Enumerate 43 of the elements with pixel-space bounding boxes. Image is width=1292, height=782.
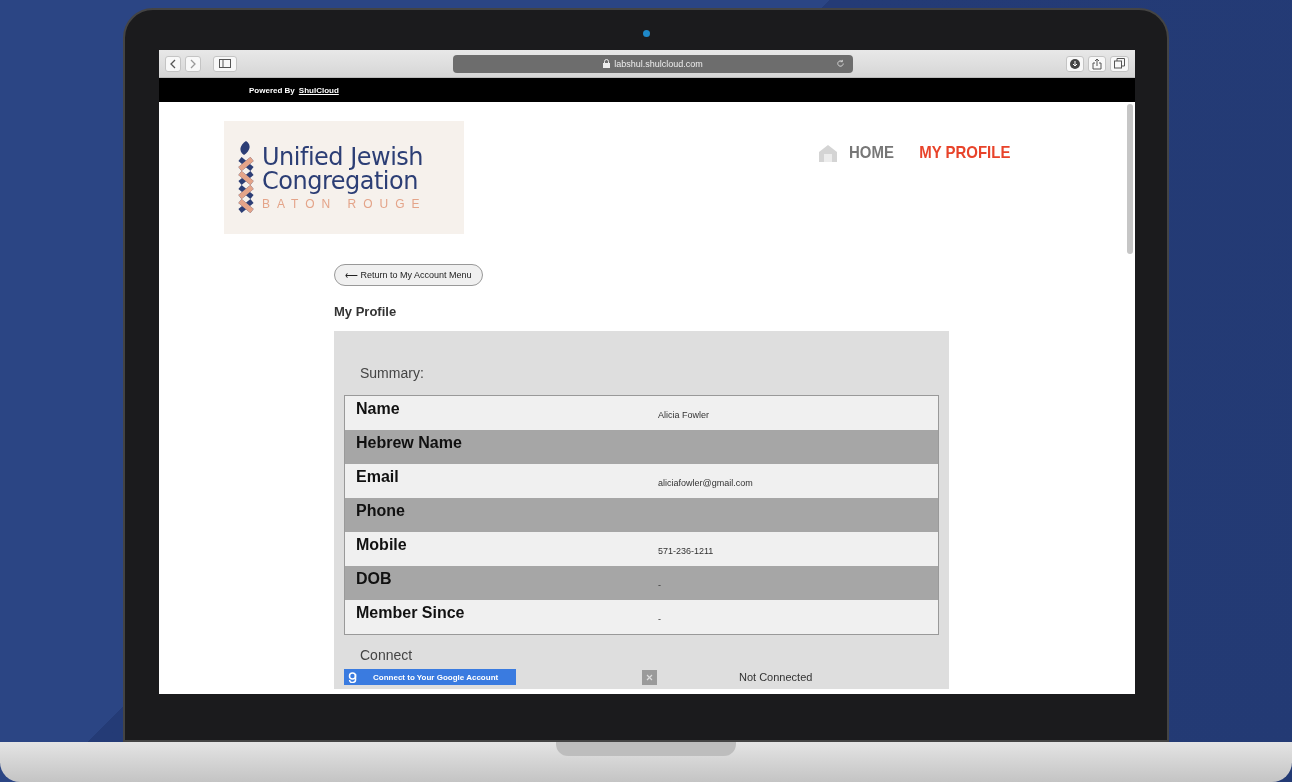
field-value: aliciafowler@gmail.com (658, 477, 753, 488)
field-label: Hebrew Name (356, 433, 463, 452)
shulcloud-link[interactable]: ShulCloud (298, 85, 339, 95)
lock-icon (603, 59, 611, 68)
field-label: Phone (356, 501, 406, 520)
google-icon (348, 671, 357, 683)
camera-icon (643, 30, 650, 37)
share-button[interactable] (1088, 55, 1106, 72)
logo-title: Unified Jewish (262, 144, 425, 169)
close-icon (646, 673, 653, 681)
sidebar-icon (219, 59, 231, 68)
chevron-left-icon (169, 58, 177, 69)
share-icon (1092, 57, 1102, 70)
download-button[interactable] (1066, 55, 1084, 72)
tabs-button[interactable] (1110, 55, 1129, 72)
field-label: DOB (356, 569, 393, 588)
connect-heading: Connect (359, 646, 414, 665)
field-value: 571-236-1211 (658, 545, 714, 556)
field-label: Email (356, 467, 400, 486)
field-value: Alicia Fowler (658, 409, 709, 420)
nav-link[interactable]: MY PROFILE (919, 143, 1011, 163)
address-bar[interactable]: labshul.shulcloud.com (453, 54, 853, 73)
chevron-right-icon (189, 58, 197, 69)
logo[interactable]: Unified Jewish Congregation BATON ROUGE (224, 121, 464, 234)
return-button[interactable]: ⟵ Return to My Account Menu (334, 264, 483, 286)
connection-status: Not Connected (739, 671, 813, 683)
field-label: Mobile (356, 535, 408, 554)
field-value: - (658, 579, 661, 590)
google-connect-button[interactable]: Connect to Your Google Account (344, 669, 516, 685)
download-icon (1070, 58, 1080, 69)
summary-heading: Summary: (359, 364, 425, 383)
nav-link[interactable]: HOME (849, 143, 895, 163)
sidebar-button[interactable] (213, 55, 237, 72)
logo-subtitle: BATON ROUGE (262, 196, 427, 211)
field-label: Member Since (356, 603, 466, 622)
powered-by-label: Powered By (249, 85, 295, 95)
house-icon (818, 143, 839, 163)
tabs-icon (1114, 58, 1125, 69)
page-heading: My Profile (334, 304, 397, 319)
back-button[interactable] (165, 55, 181, 72)
field-value: - (658, 613, 661, 624)
field-label: Name (356, 399, 401, 418)
reload-icon (836, 59, 845, 68)
